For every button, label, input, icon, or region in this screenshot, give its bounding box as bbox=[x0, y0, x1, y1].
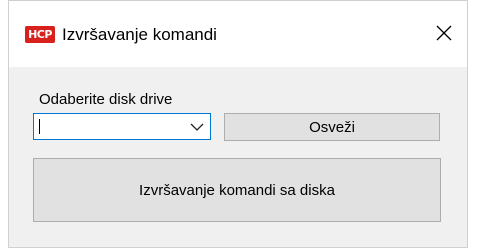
refresh-button-label: Osveži bbox=[309, 118, 355, 136]
run-commands-button-label: Izvršavanje komandi sa diska bbox=[139, 181, 335, 199]
close-icon bbox=[436, 25, 452, 41]
drive-select[interactable] bbox=[33, 113, 211, 140]
window-title: Izvršavanje komandi bbox=[62, 25, 217, 44]
refresh-button[interactable]: Osveži bbox=[224, 113, 440, 141]
text-caret bbox=[39, 119, 40, 134]
hcp-app-icon: HCP bbox=[25, 26, 55, 43]
chevron-down-icon[interactable] bbox=[188, 120, 206, 134]
dialog-window: HCP Izvršavanje komandi Odaberite disk d… bbox=[8, 0, 468, 248]
drive-label: Odaberite disk drive bbox=[39, 91, 173, 108]
close-button[interactable] bbox=[421, 15, 467, 51]
run-commands-button[interactable]: Izvršavanje komandi sa diska bbox=[33, 158, 441, 222]
title-bar: HCP Izvršavanje komandi bbox=[9, 1, 467, 67]
